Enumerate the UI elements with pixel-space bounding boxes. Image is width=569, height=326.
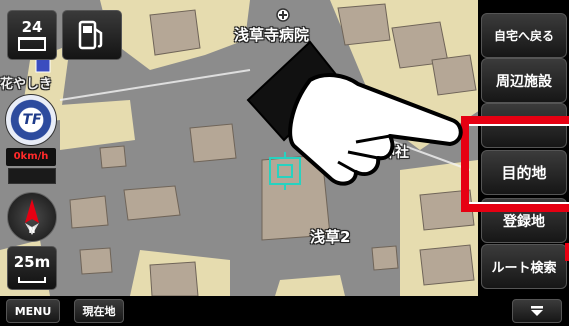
pointing-hand-icon [246,40,463,186]
map-building [189,123,237,163]
compass-button[interactable]: N [7,192,57,242]
map-building [149,261,199,296]
nearby-facilities-button[interactable]: 周辺施設 [481,58,567,103]
speed-readout: 0km/h [6,148,56,166]
left-panel: 24 TF 0km/h N 25m [0,0,62,296]
current-location-button[interactable]: 現在地 [74,299,124,323]
team-emblem-icon: TF [5,94,57,146]
chevron-down-icon [531,306,543,316]
map-building [419,244,475,286]
highlight-marker [565,243,569,261]
calendar-24-button[interactable]: 24 [7,10,57,60]
compass-north-label: N [28,226,36,235]
fuel-button[interactable] [62,10,122,60]
map-road-line [59,69,251,101]
map-building [337,3,391,46]
map-building [149,9,201,56]
map-label-asakusa2: 浅草2 [310,228,351,246]
map-scale-button[interactable]: 25m [7,246,57,290]
map-block [275,275,345,296]
scale-bar-icon [18,277,46,283]
navigation-screen: 浅草寺病院 浅草神社 浅草2 花やしき 24 TF 0km/h N 25m [0,0,569,326]
map-building [79,247,113,275]
menu-button[interactable]: MENU [6,299,60,323]
fuel-pump-icon [78,20,103,50]
route-search-button[interactable]: ルート検索 [481,244,567,289]
map-building [99,145,127,169]
map-building [371,245,399,271]
map-scale-label: 25m [13,253,51,271]
bottom-bar: MENU 現在地 [0,296,569,326]
map-building [69,195,109,229]
info-bar [8,168,56,184]
go-home-button[interactable]: 自宅へ戻る [481,13,567,58]
map-block [60,100,135,150]
collapse-button[interactable] [512,299,562,323]
map-building [123,185,181,221]
emblem-text: TF [22,112,42,128]
calendar-24-icon: 24 [18,19,46,51]
